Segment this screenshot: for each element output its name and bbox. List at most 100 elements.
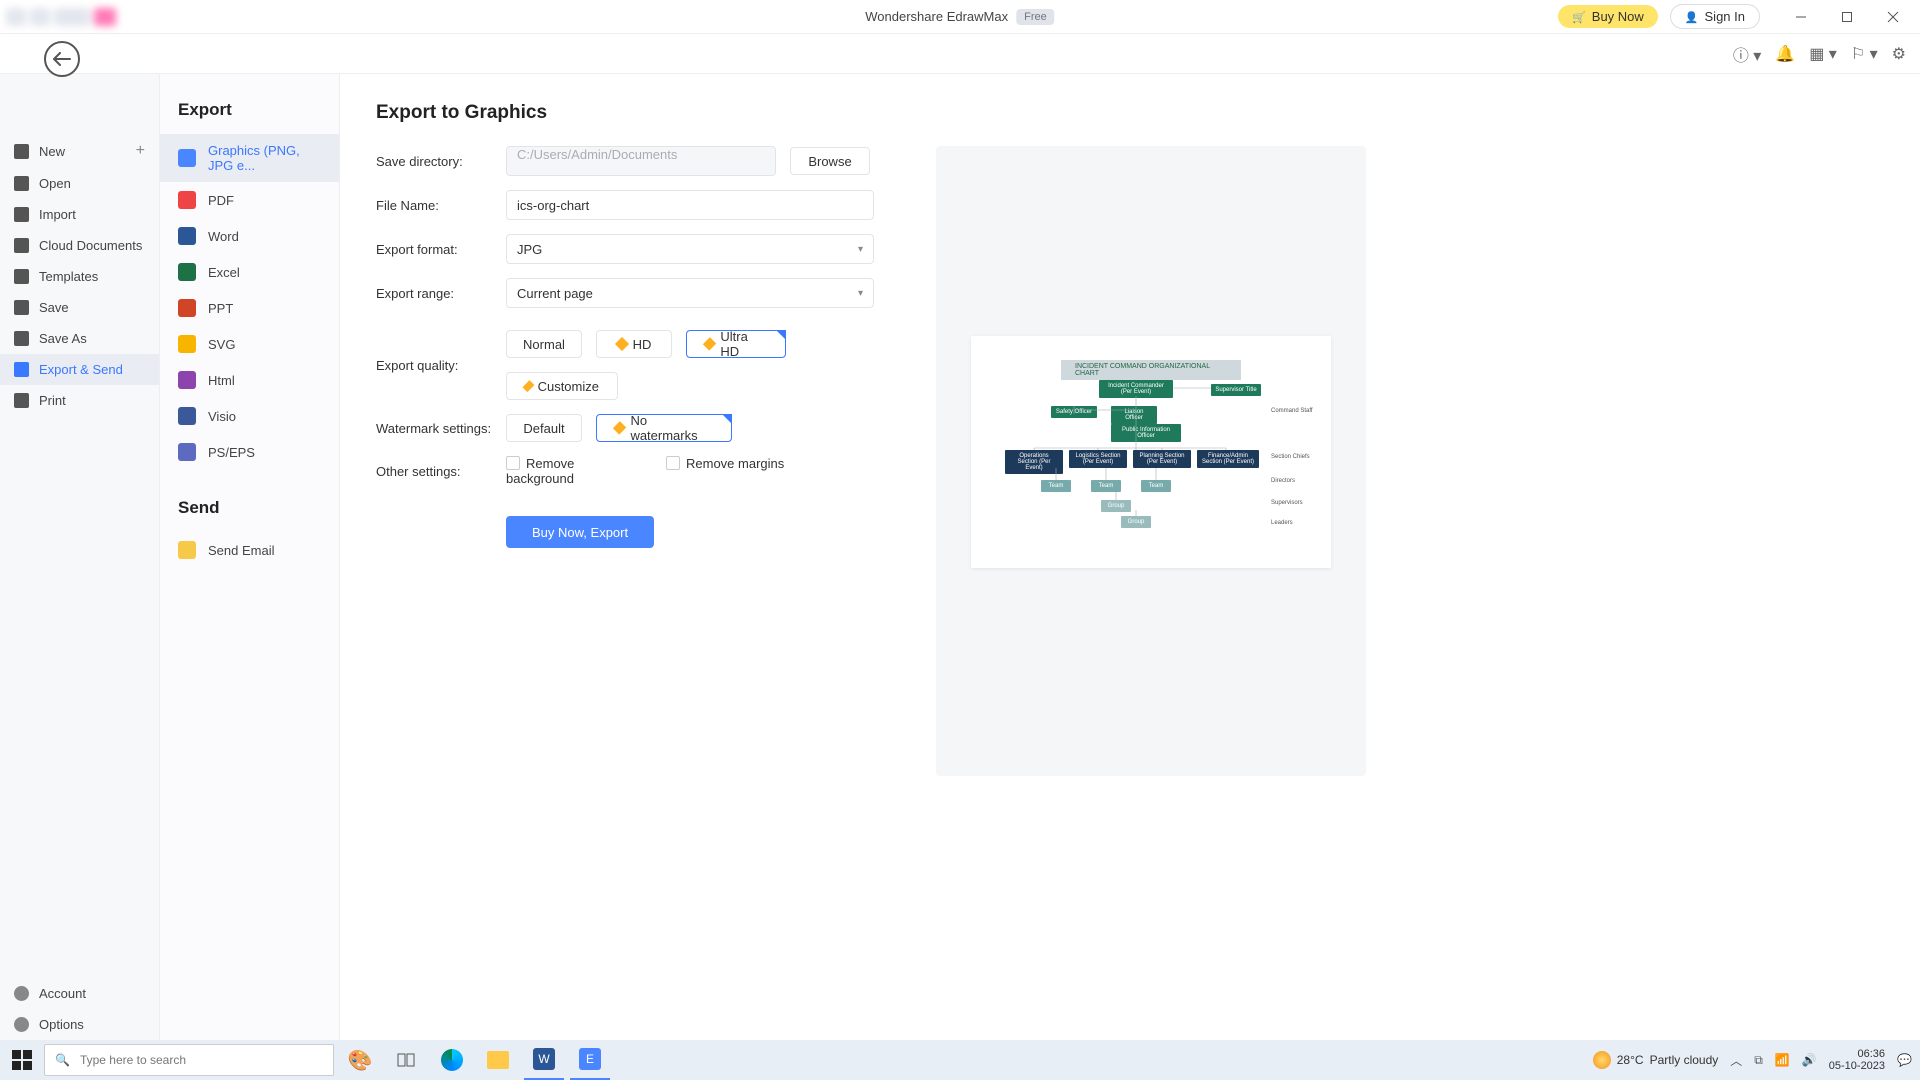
bell-icon[interactable]: 🔔 bbox=[1775, 44, 1795, 64]
file-menu-open[interactable]: Open bbox=[0, 168, 159, 199]
save-dir-input[interactable]: C:/Users/Admin/Documents bbox=[506, 146, 776, 176]
format-ps[interactable]: PS/EPS bbox=[160, 434, 339, 470]
tray-meet-icon[interactable]: ⧉ bbox=[1754, 1053, 1763, 1068]
panel-heading: Export to Graphics bbox=[376, 102, 1884, 124]
taskbar-circle-icon[interactable]: 🎨 bbox=[340, 1040, 380, 1080]
settings-icon[interactable]: ⚙ bbox=[1892, 44, 1906, 64]
file-menu-sidebar: New + Open Import Cloud Documents Templa… bbox=[0, 74, 160, 1040]
back-arrow-icon bbox=[53, 52, 71, 66]
taskbar-word[interactable]: W bbox=[524, 1040, 564, 1080]
diamond-icon bbox=[522, 380, 534, 392]
file-menu-cloud-documents[interactable]: Cloud Documents bbox=[0, 230, 159, 261]
quality-normal[interactable]: Normal bbox=[506, 330, 582, 358]
export-format-select[interactable]: JPG bbox=[506, 234, 874, 264]
tray-wifi-icon[interactable]: 📶 bbox=[1775, 1053, 1790, 1067]
buy-now-button[interactable]: Buy Now bbox=[1558, 5, 1658, 28]
apps-icon[interactable]: ▦ ▾ bbox=[1809, 44, 1837, 64]
nav1-label: Print bbox=[39, 393, 66, 408]
plus-square-icon bbox=[14, 144, 29, 159]
file-name-input[interactable] bbox=[506, 190, 874, 220]
format-icon bbox=[178, 407, 196, 425]
format-word[interactable]: Word bbox=[160, 218, 339, 254]
nav1-label: Export & Send bbox=[39, 362, 123, 377]
taskbar-explorer[interactable] bbox=[478, 1040, 518, 1080]
save-icon bbox=[14, 300, 29, 315]
format-ppt[interactable]: PPT bbox=[160, 290, 339, 326]
browse-button[interactable]: Browse bbox=[790, 147, 870, 175]
format-excel[interactable]: Excel bbox=[160, 254, 339, 290]
tray-volume-icon[interactable]: 🔊 bbox=[1802, 1053, 1817, 1067]
gear-icon bbox=[14, 1017, 29, 1032]
preview-pane: INCIDENT COMMAND ORGANIZATIONAL CHART In… bbox=[936, 146, 1366, 776]
format-icon bbox=[178, 149, 196, 167]
tray-notifications-icon[interactable]: 💬 bbox=[1897, 1053, 1912, 1067]
quality-hd[interactable]: HD bbox=[596, 330, 672, 358]
format-pdf[interactable]: PDF bbox=[160, 182, 339, 218]
search-icon: 🔍 bbox=[55, 1053, 70, 1067]
diamond-icon bbox=[613, 421, 627, 435]
format-visio[interactable]: Visio bbox=[160, 398, 339, 434]
watermark-none[interactable]: No watermarks bbox=[596, 414, 732, 442]
export-icon bbox=[14, 362, 29, 377]
weather-icon bbox=[1593, 1051, 1611, 1069]
send-email[interactable]: Send Email bbox=[160, 532, 339, 568]
title-center: Wondershare EdrawMax Free bbox=[865, 9, 1054, 25]
format-icon bbox=[178, 371, 196, 389]
print-icon bbox=[14, 393, 29, 408]
other-label: Other settings: bbox=[376, 464, 506, 479]
format-icon bbox=[178, 263, 196, 281]
tray-clock[interactable]: 06:36 05-10-2023 bbox=[1829, 1048, 1885, 1072]
watermark-label: Watermark settings: bbox=[376, 421, 506, 436]
diamond-icon bbox=[615, 337, 629, 351]
saveas-icon bbox=[14, 331, 29, 346]
plus-icon[interactable]: + bbox=[136, 142, 145, 160]
format-svg[interactable]: SVG bbox=[160, 326, 339, 362]
window-close[interactable] bbox=[1872, 4, 1914, 30]
taskbar-taskview[interactable] bbox=[386, 1040, 426, 1080]
export-heading: Export bbox=[160, 92, 339, 134]
nav1-label: Cloud Documents bbox=[39, 238, 142, 253]
taskbar-edge[interactable] bbox=[432, 1040, 472, 1080]
format-icon bbox=[178, 299, 196, 317]
watermark-default[interactable]: Default bbox=[506, 414, 582, 442]
file-menu-save-as[interactable]: Save As bbox=[0, 323, 159, 354]
app-title: Wondershare EdrawMax bbox=[865, 9, 1008, 24]
free-badge: Free bbox=[1016, 9, 1055, 25]
help-icon[interactable]: ⓘ ▾ bbox=[1733, 42, 1761, 66]
window-maximize[interactable] bbox=[1826, 4, 1868, 30]
format-graphics[interactable]: Graphics (PNG, JPG e... bbox=[160, 134, 339, 182]
quality-customize[interactable]: Customize bbox=[506, 372, 618, 400]
format-html[interactable]: Html bbox=[160, 362, 339, 398]
weather-widget[interactable]: 28°C Partly cloudy bbox=[1593, 1051, 1719, 1069]
taskbar-edrawmax[interactable]: E bbox=[570, 1040, 610, 1080]
export-range-select[interactable]: Current page bbox=[506, 278, 874, 308]
nav1-label: Save bbox=[39, 300, 69, 315]
nav1-label: Templates bbox=[39, 269, 98, 284]
back-button[interactable] bbox=[44, 41, 80, 77]
start-button[interactable] bbox=[12, 1050, 32, 1070]
export-button[interactable]: Buy Now, Export bbox=[506, 516, 654, 548]
file-menu-new[interactable]: New + bbox=[0, 134, 159, 168]
nav1-label: New bbox=[39, 144, 65, 159]
remove-margins-checkbox[interactable]: Remove margins bbox=[666, 456, 796, 486]
sign-in-button[interactable]: Sign In bbox=[1670, 4, 1760, 29]
file-menu-options[interactable]: Options bbox=[0, 1009, 159, 1040]
gift-icon[interactable]: ⚐ ▾ bbox=[1851, 44, 1878, 64]
buy-now-label: Buy Now bbox=[1592, 9, 1644, 24]
taskbar-search[interactable]: 🔍 Type here to search bbox=[44, 1044, 334, 1076]
send-heading: Send bbox=[160, 490, 339, 532]
tray-chevron-up-icon[interactable]: ︿ bbox=[1730, 1052, 1742, 1069]
file-menu-save[interactable]: Save bbox=[0, 292, 159, 323]
window-minimize[interactable] bbox=[1780, 4, 1822, 30]
file-menu-import[interactable]: Import bbox=[0, 199, 159, 230]
file-menu-export-send[interactable]: Export & Send bbox=[0, 354, 159, 385]
import-icon bbox=[14, 207, 29, 222]
file-menu-templates[interactable]: Templates bbox=[0, 261, 159, 292]
file-menu-print[interactable]: Print bbox=[0, 385, 159, 416]
quality-ultra-hd[interactable]: Ultra HD bbox=[686, 330, 786, 358]
chart-title: INCIDENT COMMAND ORGANIZATIONAL CHART bbox=[1061, 360, 1241, 380]
format-icon bbox=[178, 443, 196, 461]
titlebar-blur-left bbox=[0, 0, 160, 34]
remove-bg-checkbox[interactable]: Remove background bbox=[506, 456, 636, 486]
file-menu-account[interactable]: Account bbox=[0, 978, 159, 1009]
